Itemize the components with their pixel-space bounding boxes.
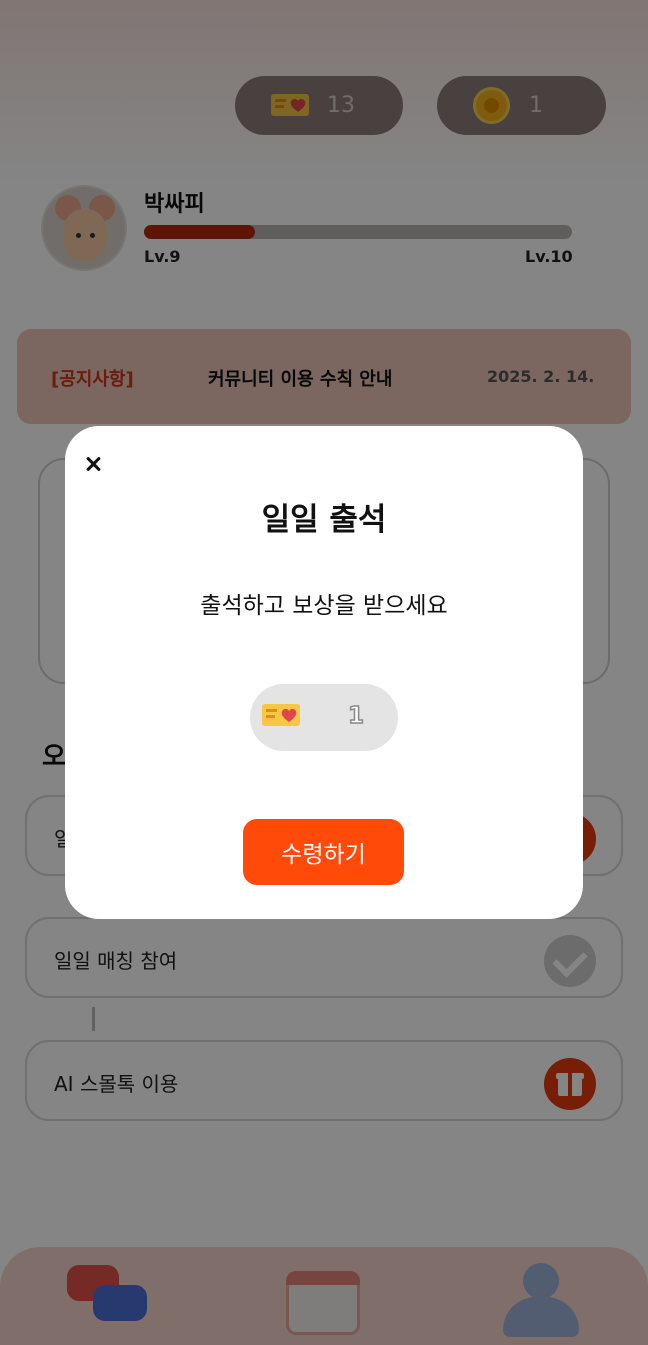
claim-button[interactable]: 수령하기 bbox=[243, 819, 404, 885]
reward-count: 1 bbox=[347, 702, 365, 730]
modal-title: 일일 출석 bbox=[261, 502, 387, 538]
reward-pill: 1 bbox=[250, 684, 398, 751]
attendance-modal: 일일 출석 출석하고 보상을 받으세요 1 수령하기 bbox=[65, 426, 583, 919]
heart-ticket-icon bbox=[262, 704, 300, 726]
modal-description: 출석하고 보상을 받으세요 bbox=[200, 593, 448, 619]
close-icon[interactable] bbox=[81, 452, 105, 476]
